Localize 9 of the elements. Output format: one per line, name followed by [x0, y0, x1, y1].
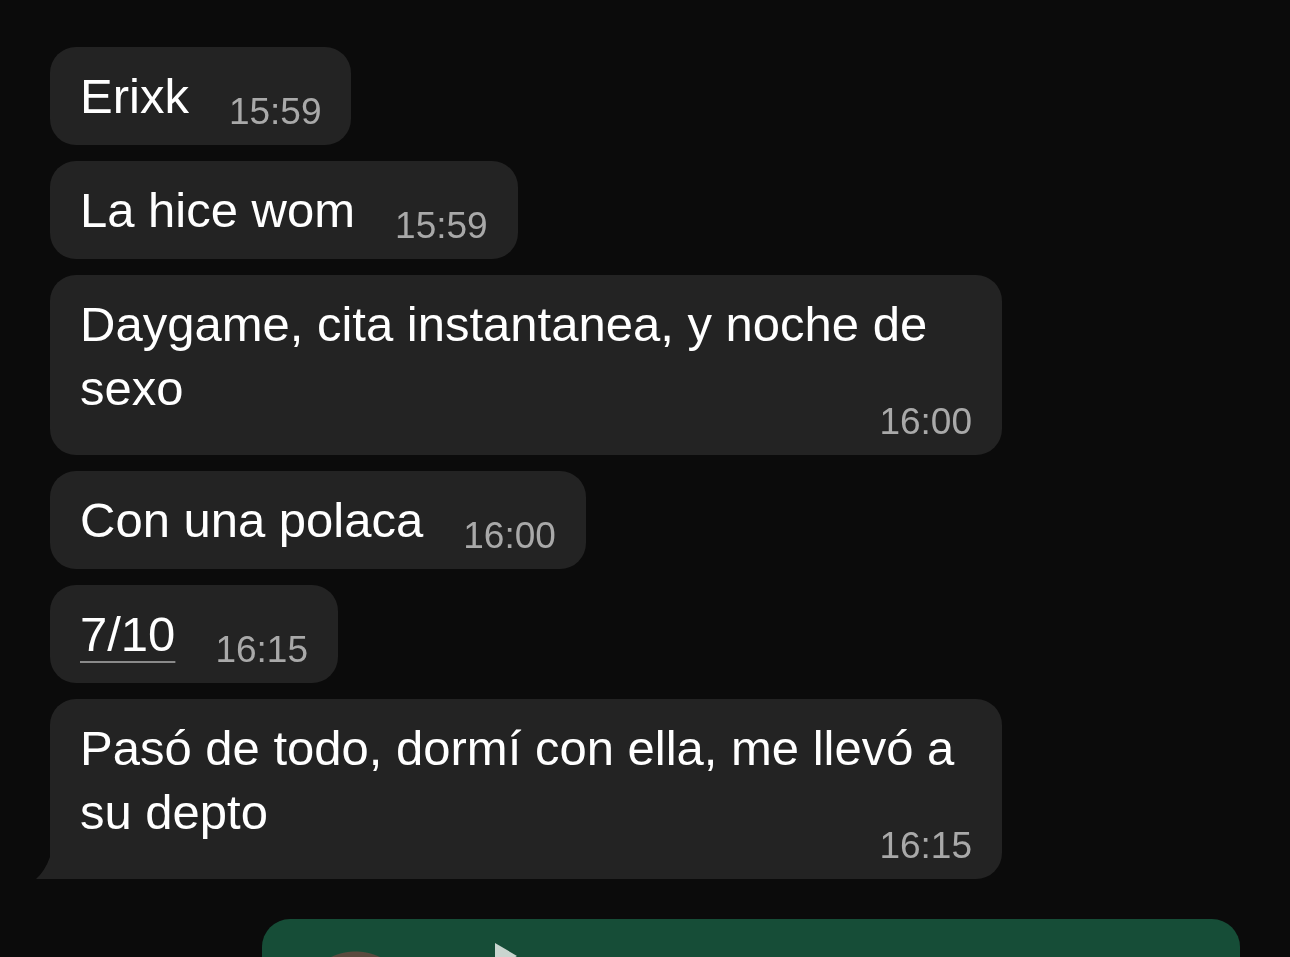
message-time: 16:00 [463, 514, 556, 558]
message-time: 16:15 [215, 628, 308, 672]
message-text: La hice wom [80, 182, 356, 239]
message-text: Erixk [80, 68, 189, 125]
message-link[interactable]: 7/10 [80, 602, 176, 666]
message-time: 15:59 [395, 204, 488, 248]
message-time: 15:59 [228, 90, 322, 134]
play-button[interactable] [493, 941, 519, 957]
message-text: Con una polaca [80, 492, 424, 549]
